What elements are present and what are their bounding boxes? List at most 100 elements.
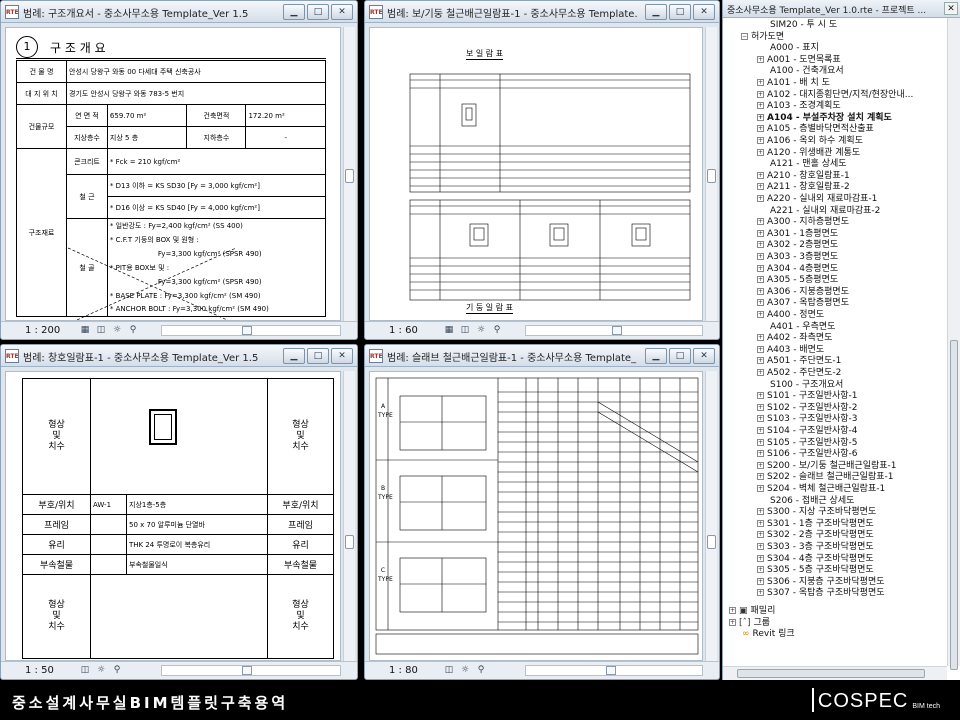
scroll-thumb[interactable] <box>612 326 622 335</box>
view-scale[interactable]: 1 : 200 <box>25 325 60 336</box>
minimize-button[interactable]: ▁ <box>283 348 305 364</box>
minimize-button[interactable]: ▁ <box>645 348 667 364</box>
horizontal-scrollbar[interactable] <box>525 665 703 676</box>
tree-item[interactable]: + A105 - 층별바닥면적산출표 <box>757 124 874 135</box>
drawing-canvas[interactable]: 보 일 람 표 기 둥 일 람 표 <box>369 27 703 321</box>
tree-item[interactable]: + S106 - 구조일반사항-6 <box>757 449 858 460</box>
view-window-structure-summary[interactable]: RTE 범례: 구조개요서 - 중소사무소용 Template_Ver 1.5 … <box>0 0 358 340</box>
close-button[interactable]: ✕ <box>331 4 353 20</box>
maximize-button[interactable]: □ <box>307 4 329 20</box>
close-button[interactable]: ✕ <box>693 4 715 20</box>
tree-item[interactable]: + A305 - 5층평면도 <box>757 275 838 286</box>
expand-icon[interactable]: + <box>757 241 764 249</box>
expand-icon[interactable]: + <box>757 461 764 469</box>
temporary-hide-icon[interactable]: ⚲ <box>111 665 123 676</box>
scroll-thumb[interactable] <box>345 169 354 183</box>
expand-icon[interactable]: + <box>757 264 764 272</box>
tree-item[interactable]: + A501 - 주단면도-1 <box>757 356 841 367</box>
drawing-canvas[interactable]: 형상 및 치수 형상 및 치수 부호/위치 AW-1 지상1층-5층 부호/위치 프레… <box>5 371 341 661</box>
scroll-thumb[interactable] <box>345 535 354 549</box>
minimize-button[interactable]: ▁ <box>283 4 305 20</box>
visual-style-icon[interactable]: ◫ <box>443 665 455 676</box>
expand-icon[interactable]: + <box>757 311 764 318</box>
tree-item[interactable]: + A303 - 3층평면도 <box>757 252 838 263</box>
tree-item[interactable]: + S306 - 지붕층 구조바닥평면도 <box>757 577 885 588</box>
close-button[interactable]: ✕ <box>944 2 958 15</box>
temporary-hide-icon[interactable]: ⚲ <box>127 325 139 336</box>
tree-item[interactable]: A100 - 건축개요서 <box>757 66 844 77</box>
tree-item[interactable]: + A300 - 지하층평면도 <box>757 217 849 228</box>
sun-path-icon[interactable]: ☼ <box>459 665 471 676</box>
expand-icon[interactable]: + <box>757 90 764 98</box>
close-button[interactable]: ✕ <box>693 348 715 364</box>
tree-item[interactable]: + S200 - 보/기둥 철근배근일람표-1 <box>757 461 897 472</box>
expand-icon[interactable]: + <box>757 566 764 574</box>
tree-item[interactable]: + S303 - 3층 구조바닥평면도 <box>757 542 874 553</box>
title-bar[interactable]: RTE 범례: 창호일람표-1 - 중소사무소용 Template_Ver 1.… <box>1 345 357 367</box>
expand-icon[interactable]: + <box>757 276 764 284</box>
detail-level-icon[interactable]: ▦ <box>443 325 455 336</box>
view-window-beam-column-schedule[interactable]: RTE 범례: 보/기둥 철근배근일람표-1 - 중소사무소용 Template… <box>364 0 720 340</box>
tree-item[interactable]: + S300 - 지상 구조바닥평면도 <box>757 507 876 518</box>
tree-item[interactable]: + A102 - 대지종횡단면/지적/현장안내... <box>757 90 913 101</box>
scroll-thumb[interactable] <box>242 666 252 675</box>
sun-path-icon[interactable]: ☼ <box>111 325 123 336</box>
scroll-thumb[interactable] <box>707 169 716 183</box>
view-window-slab-schedule[interactable]: RTE 범례: 슬래브 철근배근일람표-1 - 중소사무소용 Template_… <box>364 344 720 680</box>
project-browser-title[interactable]: 중소사무소용 Template_Ver 1.0.rte - 프로젝트 ... ✕ <box>723 0 960 18</box>
expand-icon[interactable]: + <box>757 403 764 411</box>
view-window-window-schedule[interactable]: RTE 범례: 창호일람표-1 - 중소사무소용 Template_Ver 1.… <box>0 344 358 680</box>
expand-icon[interactable]: + <box>757 519 764 527</box>
expand-icon[interactable]: + <box>757 253 764 260</box>
tree-item[interactable]: + S101 - 구조일반사항-1 <box>757 391 858 402</box>
title-bar[interactable]: RTE 범례: 보/기둥 철근배근일람표-1 - 중소사무소용 Template… <box>365 1 719 23</box>
expand-icon[interactable]: + <box>757 55 764 63</box>
expand-icon[interactable]: + <box>729 618 736 626</box>
expand-icon[interactable]: + <box>757 485 764 492</box>
maximize-button[interactable]: □ <box>669 4 691 20</box>
tree-item[interactable]: + A106 - 옥외 하수 계획도 <box>757 136 863 147</box>
expand-icon[interactable]: + <box>757 554 764 562</box>
tree-item[interactable]: + S102 - 구조일반사항-2 <box>757 403 858 414</box>
expand-icon[interactable]: + <box>757 589 764 597</box>
tree-item[interactable]: S100 - 구조개요서 <box>757 380 843 391</box>
horizontal-scrollbar[interactable] <box>161 665 341 676</box>
project-browser[interactable]: 중소사무소용 Template_Ver 1.0.rte - 프로젝트 ... ✕… <box>722 0 960 680</box>
maximize-button[interactable]: □ <box>307 348 329 364</box>
tree-item[interactable]: + A301 - 1층평면도 <box>757 229 838 240</box>
tree-item[interactable]: + A302 - 2층평면도 <box>757 240 838 251</box>
visual-style-icon[interactable]: ◫ <box>459 325 471 336</box>
tree-item[interactable]: + A120 - 위생배관 계통도 <box>757 148 860 159</box>
tree-item[interactable]: + A502 - 주단면도-2 <box>757 368 841 379</box>
scroll-thumb[interactable] <box>737 669 925 678</box>
expand-icon[interactable]: + <box>757 229 764 237</box>
tree-item[interactable]: + S204 - 벽체 철근배근일람표-1 <box>757 484 885 495</box>
tree-item[interactable]: ∞ Revit 링크 <box>729 629 795 640</box>
expand-icon[interactable]: + <box>757 427 764 434</box>
tree-item[interactable]: + A101 - 배 치 도 <box>757 78 830 89</box>
collapse-icon[interactable]: − <box>741 32 748 40</box>
scroll-thumb[interactable] <box>950 340 958 670</box>
horizontal-scrollbar[interactable] <box>161 325 341 336</box>
scroll-thumb[interactable] <box>242 326 252 335</box>
tree-item[interactable]: + A403 - 배면도 <box>757 345 824 356</box>
detail-level-icon[interactable]: ▦ <box>79 325 91 336</box>
expand-icon[interactable]: + <box>757 183 764 191</box>
expand-icon[interactable]: + <box>757 148 764 156</box>
tree-item[interactable]: + A402 - 좌측면도 <box>757 333 832 344</box>
drawing-canvas[interactable]: 1 구 조 개 요 건 물 명 안성시 당왕구 와동 00 다세대 주택 신축공사… <box>5 27 341 321</box>
tree-item[interactable]: + A220 - 실내외 재료마감표-1 <box>757 194 877 205</box>
tree-item[interactable]: + A103 - 조경계획도 <box>757 101 841 112</box>
tree-item[interactable]: A121 - 맨홀 상세도 <box>757 159 847 170</box>
tree-item[interactable]: + A211 - 창호일람표-2 <box>757 182 850 193</box>
visual-style-icon[interactable]: ◫ <box>79 665 91 676</box>
tree-item[interactable]: + A001 - 도면목록표 <box>757 55 841 66</box>
minimize-button[interactable]: ▁ <box>645 4 667 20</box>
expand-icon[interactable]: + <box>757 415 764 423</box>
expand-icon[interactable]: + <box>757 195 764 202</box>
expand-icon[interactable]: + <box>757 137 764 144</box>
expand-icon[interactable]: + <box>757 531 764 539</box>
view-scale[interactable]: 1 : 80 <box>389 665 418 676</box>
tree-item[interactable]: S206 - 접배근 상세도 <box>757 496 854 507</box>
tree-item[interactable]: + S301 - 1층 구조바닥평면도 <box>757 519 874 530</box>
